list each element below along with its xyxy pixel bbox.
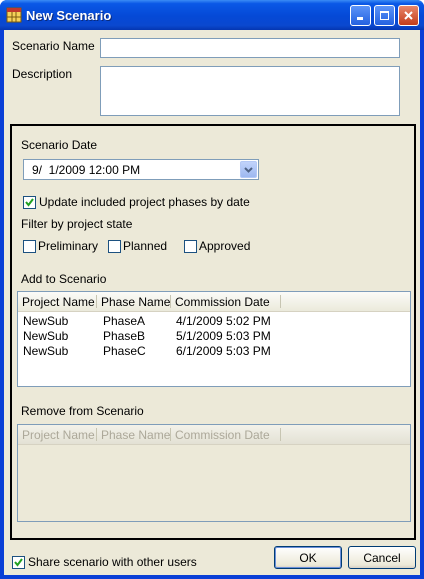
scenario-date-label: Scenario Date xyxy=(21,138,98,152)
update-by-date-label[interactable]: Update included project phases by date xyxy=(39,195,250,209)
column-header-project: Project Name xyxy=(18,428,97,442)
remove-from-scenario-label: Remove from Scenario xyxy=(21,404,144,418)
scenario-name-label: Scenario Name xyxy=(12,39,95,53)
add-to-scenario-label: Add to Scenario xyxy=(21,272,107,286)
description-label: Description xyxy=(12,67,73,81)
remove-from-scenario-list: Project Name Phase Name Commission Date xyxy=(17,424,411,522)
cell-project: NewSub xyxy=(23,329,69,343)
checkmark-icon xyxy=(14,558,23,567)
close-icon xyxy=(404,11,413,20)
checkmark-icon xyxy=(25,198,34,207)
cell-commission-date: 5/1/2009 5:03 PM xyxy=(176,329,271,343)
window-title: New Scenario xyxy=(26,8,112,23)
share-label[interactable]: Share scenario with other users xyxy=(28,555,197,569)
date-dropdown-button[interactable] xyxy=(240,161,257,178)
description-input[interactable] xyxy=(100,66,400,116)
app-icon xyxy=(6,7,22,23)
dialog-body: Scenario Name Description Scenario Date … xyxy=(4,30,420,575)
approved-label[interactable]: Approved xyxy=(199,239,250,253)
planned-label[interactable]: Planned xyxy=(123,239,167,253)
column-header-commission-date[interactable]: Commission Date xyxy=(171,295,281,309)
cell-phase: PhaseB xyxy=(103,329,146,343)
maximize-button[interactable] xyxy=(374,5,395,26)
share-checkbox[interactable] xyxy=(12,556,25,569)
list-header: Project Name Phase Name Commission Date xyxy=(18,292,410,312)
scenario-name-input[interactable] xyxy=(100,38,400,58)
scenario-date-picker[interactable]: 9/ 1/2009 12:00 PM xyxy=(23,159,259,180)
add-to-scenario-list[interactable]: Project Name Phase Name Commission Date … xyxy=(17,291,411,387)
preliminary-checkbox[interactable] xyxy=(23,240,36,253)
cell-project: NewSub xyxy=(23,344,69,358)
column-header-project[interactable]: Project Name xyxy=(18,295,97,309)
planned-checkbox[interactable] xyxy=(108,240,121,253)
close-button[interactable] xyxy=(398,5,419,26)
approved-checkbox[interactable] xyxy=(184,240,197,253)
cell-commission-date: 4/1/2009 5:02 PM xyxy=(176,314,271,328)
cell-commission-date: 6/1/2009 5:03 PM xyxy=(176,344,271,358)
filter-label: Filter by project state xyxy=(21,217,133,231)
minimize-icon xyxy=(357,17,363,20)
minimize-button[interactable] xyxy=(350,5,371,26)
cell-project: NewSub xyxy=(23,314,69,328)
chevron-down-icon xyxy=(244,166,253,173)
cell-phase: PhaseC xyxy=(103,344,146,358)
column-header-phase: Phase Name xyxy=(97,428,171,442)
cell-phase: PhaseA xyxy=(103,314,146,328)
column-header-phase[interactable]: Phase Name xyxy=(97,295,171,309)
preliminary-label[interactable]: Preliminary xyxy=(38,239,98,253)
maximize-icon xyxy=(380,11,389,20)
title-bar[interactable]: New Scenario xyxy=(0,0,424,30)
update-by-date-checkbox[interactable] xyxy=(23,196,36,209)
ok-button[interactable]: OK xyxy=(274,546,342,569)
list-header: Project Name Phase Name Commission Date xyxy=(18,425,410,445)
scenario-date-value: 9/ 1/2009 12:00 PM xyxy=(32,163,141,177)
column-header-commission-date: Commission Date xyxy=(171,428,281,442)
dialog-window: New Scenario Scenario Name Description S… xyxy=(0,0,424,579)
scenario-options-group: Scenario Date 9/ 1/2009 12:00 PM Update … xyxy=(10,124,416,540)
cancel-button[interactable]: Cancel xyxy=(348,546,416,569)
